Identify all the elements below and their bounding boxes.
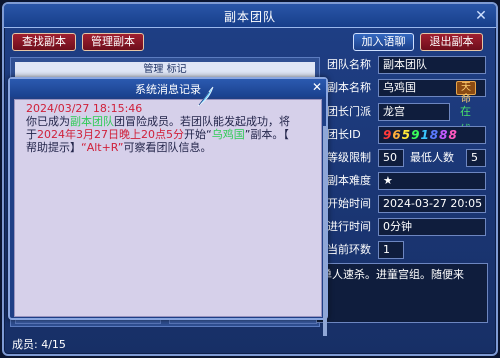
current-round-value: 1 (378, 241, 404, 259)
hotkey-highlight: “Alt+R” (81, 141, 124, 154)
leader-school-label: 团长门派 (327, 105, 371, 118)
member-list-header: 管理 标记 (15, 62, 315, 78)
message-text: 于 (26, 128, 37, 141)
team-name-highlight: 副本团队 (70, 115, 114, 128)
scrollbar[interactable] (323, 126, 327, 336)
popup-title-bar: 系统消息记录 ✕ (10, 79, 326, 97)
member-count: 成员: 4/15 (12, 338, 66, 351)
team-name-value: 副本团队 (378, 56, 486, 74)
leader-id-digit: 5 (401, 128, 412, 142)
leader-id-digit: 1 (420, 128, 430, 142)
close-icon[interactable]: ✕ (312, 80, 322, 94)
find-dungeon-button[interactable]: 查找副本 (12, 33, 76, 51)
window-title: 副本团队 (223, 10, 276, 24)
join-voice-button[interactable]: 加入语聊 (353, 33, 414, 51)
leader-id-digit: 9 (383, 128, 393, 142)
start-time-label: 开始时间 (327, 197, 371, 210)
team-name-label: 团队名称 (327, 58, 371, 71)
dungeon-tag-badge: 天命 (456, 81, 476, 105)
level-limit-label: 等级限制 (327, 151, 371, 164)
leader-id-digit: 6 (392, 128, 402, 142)
exit-dungeon-button[interactable]: 退出副本 (420, 33, 483, 51)
difficulty-value: ★ (378, 172, 486, 190)
dungeon-name-label: 副本名称 (327, 81, 371, 94)
elapsed-time-label: 进行时间 (327, 220, 371, 233)
leader-id-digit: 8 (439, 128, 449, 142)
leader-id-digit: 8 (448, 128, 458, 142)
min-members-value: 5 (466, 149, 486, 167)
leader-school-value: 龙宫 (378, 103, 450, 121)
min-members-label: 最低人数 (410, 151, 454, 164)
dungeon-description: 单人速杀。进童宫组。随便来 (316, 263, 488, 323)
message-entry: 2024/03/27 18:15:46 你已成为副本团队团冒险成员。若团队能发起… (26, 102, 326, 154)
message-line: 于2024年3月27日晚上20点5分开始“乌鸡国”副本。【 (26, 128, 326, 141)
message-line: 你已成为副本团队团冒险成员。若团队能发起成功，将 (26, 115, 326, 128)
manage-dungeon-button[interactable]: 管理副本 (82, 33, 144, 51)
start-time-highlight: 2024年3月27日晚上20点5分 (37, 128, 184, 141)
message-text: 开始“ (184, 128, 212, 141)
message-text: 你已成为 (26, 115, 70, 128)
leader-id-label: 团长ID (327, 128, 361, 141)
message-text: 可察看团队信息。 (123, 141, 212, 154)
message-text: 团冒险成员。若团队能发起成功，将 (114, 115, 290, 128)
message-text: ”副本。【 (244, 128, 289, 141)
elapsed-time-value: 0分钟 (378, 218, 486, 236)
current-round-label: 当前环数 (327, 243, 371, 256)
message-line: 帮助提示】“Alt+R”可察看团队信息。 (26, 141, 326, 154)
difficulty-label: 副本难度 (327, 174, 371, 187)
title-bar: 副本团队 ✕ (4, 4, 496, 28)
dungeon-name-highlight: 乌鸡国 (211, 128, 245, 141)
start-time-value: 2024-03-27 20:05 (378, 195, 486, 213)
leader-id-digit: 8 (429, 128, 440, 142)
message-text: 帮助提示】 (26, 141, 81, 154)
message-timestamp: 2024/03/27 18:15:46 (26, 102, 143, 115)
close-icon[interactable]: ✕ (472, 7, 490, 25)
level-limit-value: 50 (378, 149, 404, 167)
leader-id-value: 96591888 (378, 126, 486, 144)
feather-quill-icon (197, 86, 214, 107)
popup-title: 系统消息记录 (135, 83, 201, 96)
